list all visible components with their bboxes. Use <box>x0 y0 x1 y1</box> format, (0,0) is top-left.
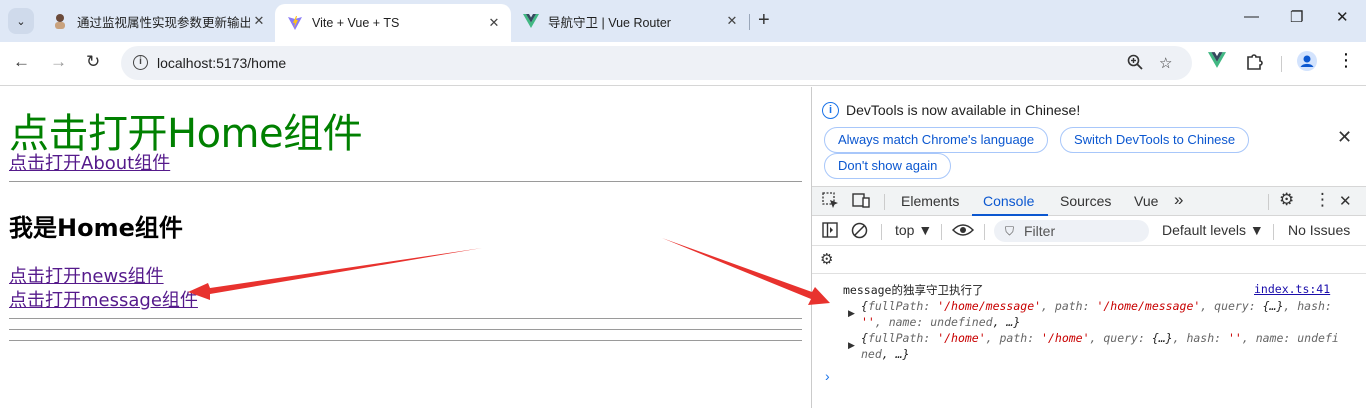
annotation-arrow-left <box>188 248 482 300</box>
annotation-arrow-right <box>662 238 830 305</box>
annotation-arrows <box>188 238 830 305</box>
